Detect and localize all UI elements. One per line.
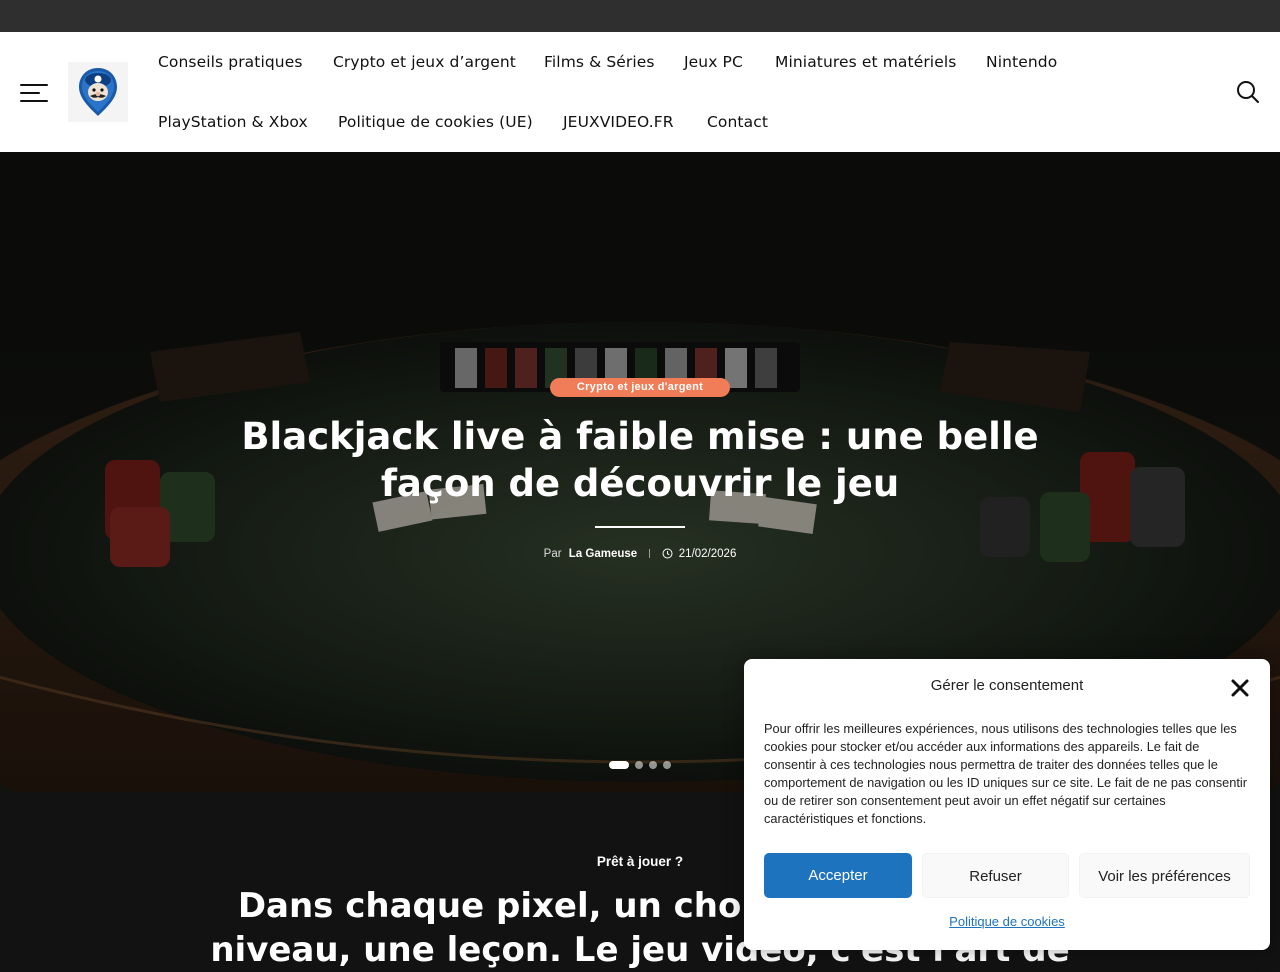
post-meta: Par La Gameuse 21/02/2026 bbox=[440, 548, 840, 560]
cookie-dialog-body: Pour offrir les meilleures expériences, … bbox=[764, 721, 1248, 826]
nav-item-crypto-jeux-argent[interactable]: Crypto et jeux d’argent bbox=[333, 53, 516, 71]
category-badge[interactable]: Crypto et jeux d'argent bbox=[550, 378, 730, 397]
slider-dot-3[interactable] bbox=[649, 761, 657, 769]
cookie-dialog-title: Gérer le consentement bbox=[930, 677, 1084, 694]
slider-dot-1[interactable] bbox=[609, 761, 629, 769]
site-logo[interactable] bbox=[68, 62, 128, 122]
nav-item-conseils-pratiques[interactable]: Conseils pratiques bbox=[158, 53, 303, 71]
author-link[interactable]: La Gameuse bbox=[569, 548, 637, 560]
slider-pagination bbox=[609, 761, 679, 769]
close-icon[interactable] bbox=[1230, 678, 1250, 698]
meta-separator bbox=[649, 549, 651, 558]
menu-hamburger-icon[interactable] bbox=[20, 84, 48, 102]
site-header: Conseils pratiques Crypto et jeux d’arge… bbox=[0, 32, 1280, 152]
by-label: Par bbox=[543, 548, 562, 560]
nav-item-playstation-xbox[interactable]: PlayStation & Xbox bbox=[158, 113, 308, 131]
nav-item-jeux-pc[interactable]: Jeux PC bbox=[684, 53, 743, 71]
post-date: 21/02/2026 bbox=[678, 548, 737, 560]
hero-title[interactable]: Blackjack live à faible mise : une belle… bbox=[240, 413, 1040, 507]
clock-icon bbox=[662, 548, 673, 559]
nav-item-miniatures-materiels[interactable]: Miniatures et matériels bbox=[775, 53, 956, 71]
cookie-policy-link[interactable]: Politique de cookies bbox=[744, 914, 1250, 929]
nav-item-jeuxvideo-fr[interactable]: JEUXVIDEO.FR bbox=[563, 113, 674, 131]
view-preferences-button[interactable]: Voir les préférences bbox=[1079, 853, 1250, 898]
nav-item-films-series[interactable]: Films & Séries bbox=[544, 53, 655, 71]
top-bar bbox=[0, 0, 1280, 32]
slider-dot-2[interactable] bbox=[635, 761, 643, 769]
cookie-consent-dialog: Gérer le consentement Pour offrir les me… bbox=[744, 659, 1270, 950]
hero-divider bbox=[595, 526, 685, 528]
search-icon[interactable] bbox=[1236, 80, 1260, 104]
logo-mascot-icon bbox=[79, 68, 117, 116]
refuse-button[interactable]: Refuser bbox=[922, 853, 1069, 898]
slider-dot-4[interactable] bbox=[663, 761, 671, 769]
nav-item-contact[interactable]: Contact bbox=[707, 113, 768, 131]
accept-button[interactable]: Accepter bbox=[764, 853, 912, 898]
nav-item-nintendo[interactable]: Nintendo bbox=[986, 53, 1057, 71]
main-nav: Conseils pratiques Crypto et jeux d’arge… bbox=[158, 32, 1158, 152]
nav-item-politique-cookies[interactable]: Politique de cookies (UE) bbox=[338, 113, 533, 131]
